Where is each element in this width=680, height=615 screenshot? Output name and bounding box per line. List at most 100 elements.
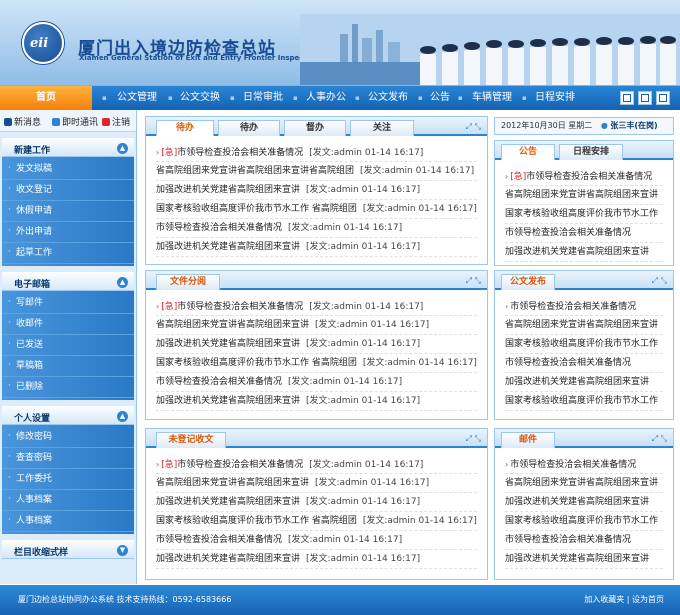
calendar-icon[interactable] bbox=[656, 91, 670, 105]
item-title: 国家考核验收组高度评价我市节水工作 bbox=[505, 209, 659, 219]
list-item[interactable]: 国家考核验收组高度评价我市节水工作 省高院组团 [发文:admin 01-14 1… bbox=[156, 512, 477, 531]
sidebar-item-sent[interactable]: 已发送 bbox=[2, 334, 134, 356]
sidebar-item-change-password[interactable]: 修改密码 bbox=[2, 426, 134, 448]
list-item[interactable]: 国家考核验收组高度评价我市节水工作 省高院组团 [发文:admin 01-14 1… bbox=[156, 354, 477, 373]
tab-follow[interactable]: 关注 bbox=[350, 120, 414, 136]
list-item[interactable]: 国家考核验收组高度评价我市节水工作 省高院组团 [发文:admin 01-14 1… bbox=[156, 200, 477, 219]
tab-notice[interactable]: 公告 bbox=[501, 144, 555, 160]
list-item[interactable]: 国家考核验收组高度评价我市节水工作 bbox=[505, 512, 663, 531]
collapse-icon[interactable]: ▲ bbox=[117, 143, 128, 154]
list-item[interactable]: 市领导检查投洽会相关准备情况 [发文:admin 01-14 16:17] bbox=[156, 531, 477, 550]
panel-header: 未登记收文 ⤢ ⤡ bbox=[146, 429, 487, 448]
nav-separator: ▪ bbox=[418, 94, 423, 102]
nav-item-docs[interactable]: 公文管理 bbox=[117, 86, 157, 111]
add-favorite-link[interactable]: 加入收藏夹 bbox=[584, 595, 624, 604]
panel-title: 未登记收文 bbox=[156, 432, 226, 448]
list-item[interactable]: 加强改进机关党建省高院组团来宣讲 bbox=[505, 243, 663, 262]
sidebar-item-hr-file[interactable]: 人事档案 bbox=[2, 489, 134, 511]
list-item[interactable]: › 市领导检查投洽会相关准备情况 bbox=[505, 297, 663, 316]
tab-schedule[interactable]: 日程安排 bbox=[559, 144, 623, 160]
logout-link[interactable]: 注销 bbox=[102, 115, 130, 128]
list-item[interactable]: 加强改进机关党建省高院组团来宣讲 [发文:admin 01-14 16:17] bbox=[156, 550, 477, 569]
collapse-icon[interactable]: ▲ bbox=[117, 277, 128, 288]
sidebar-item-inbox[interactable]: 收邮件 bbox=[2, 313, 134, 335]
collapse-icon[interactable]: ▲ bbox=[117, 411, 128, 422]
sidebar-item-leave-request[interactable]: 休假申请 bbox=[2, 200, 134, 222]
expand-icon[interactable]: ⤢ ⤡ bbox=[652, 276, 667, 286]
sidebar-item-draft-work[interactable]: 起草工作 bbox=[2, 242, 134, 264]
item-title: 加强改进机关党建省高院组团来宣讲 bbox=[156, 339, 301, 349]
list-item[interactable]: 省高院组团来党宣讲省高院组团来宣讲 bbox=[505, 474, 663, 493]
grid-view-icon[interactable] bbox=[620, 91, 634, 105]
list-item[interactable]: 省高院组团来党宣讲省高院组团来宣讲 bbox=[505, 186, 663, 205]
list-item[interactable]: 市领导检查投洽会相关准备情况 bbox=[505, 224, 663, 243]
list-item[interactable]: 加强改进机关党建省高院组团来宣讲 bbox=[505, 493, 663, 512]
sidebar-group-email[interactable]: 电子邮箱 ▲ bbox=[2, 272, 134, 291]
bullet-icon: › bbox=[156, 460, 160, 469]
list-item[interactable]: 市领导检查投洽会相关准备情况 bbox=[505, 531, 663, 550]
list-item[interactable]: › [急]市领导检查投洽会相关准备情况 [发文:admin 01-14 16:17] bbox=[156, 297, 477, 316]
current-user[interactable]: 张三丰(在岗) bbox=[610, 121, 657, 130]
nav-item-notice[interactable]: 公告 bbox=[430, 86, 450, 111]
publish-list: › 市领导检查投洽会相关准备情况 省高院组团来党宣讲省高院组团来宣讲 国家考核验收… bbox=[495, 297, 673, 411]
expand-icon[interactable]: ⤢ ⤡ bbox=[466, 122, 481, 132]
sidebar-group-new-work[interactable]: 新建工作 ▲ bbox=[2, 138, 134, 157]
item-title: 国家考核验收组高度评价我市节水工作 bbox=[505, 339, 659, 349]
sidebar-item-check-password[interactable]: 查查密码 bbox=[2, 447, 134, 469]
list-item[interactable]: 加强改进机关党建省高院组团来宣讲 [发文:admin 01-14 16:17] bbox=[156, 493, 477, 512]
nav-item-approval[interactable]: 日常审批 bbox=[243, 86, 283, 111]
nav-item-exchange[interactable]: 公文交换 bbox=[180, 86, 220, 111]
item-title: 国家考核验收组高度评价我市节水工作 bbox=[505, 516, 659, 526]
date-user-bar: 2012年10月30日 星期二 ● 张三丰(在岗) bbox=[494, 117, 674, 135]
list-item[interactable]: › 市领导检查投洽会相关准备情况 bbox=[505, 455, 663, 474]
instant-message-link[interactable]: 即时通讯 bbox=[52, 115, 98, 128]
list-item[interactable]: 国家考核验收组高度评价我市节水工作 bbox=[505, 205, 663, 224]
list-item[interactable]: 国家考核验收组高度评价我市节水工作 bbox=[505, 392, 663, 411]
sidebar-item-deleted[interactable]: 已删除 bbox=[2, 376, 134, 398]
list-view-icon[interactable] bbox=[638, 91, 652, 105]
list-item[interactable]: 市领导检查投洽会相关准备情况 [发文:admin 01-14 16:17] bbox=[156, 373, 477, 392]
item-title: 国家考核验收组高度评价我市节水工作 省高院组团 bbox=[156, 516, 357, 526]
unregistered-list: › [急]市领导检查投洽会相关准备情况 [发文:admin 01-14 16:17]… bbox=[146, 455, 487, 569]
nav-item-vehicles[interactable]: 车辆管理 bbox=[472, 86, 512, 111]
sidebar-item-drafts[interactable]: 草稿箱 bbox=[2, 355, 134, 377]
set-homepage-link[interactable]: 设为首页 bbox=[632, 595, 664, 604]
sidebar-group-personal[interactable]: 个人设置 ▲ bbox=[2, 406, 134, 425]
list-item[interactable]: 加强改进机关党建省高院组团来宣讲 bbox=[505, 550, 663, 569]
expand-icon[interactable]: ⤢ ⤡ bbox=[466, 276, 481, 286]
list-item[interactable]: 加强改进机关党建省高院组团来宣讲 [发文:admin 01-14 16:17] bbox=[156, 335, 477, 354]
nav-home[interactable]: 首页 bbox=[0, 86, 92, 111]
tab-supervise[interactable]: 督办 bbox=[284, 120, 346, 136]
nav-item-hr[interactable]: 人事办公 bbox=[306, 86, 346, 111]
tab-todo[interactable]: 待办 bbox=[156, 120, 214, 136]
sidebar-item-hr-file-2[interactable]: 人事档案 bbox=[2, 510, 134, 532]
tab-pending[interactable]: 待办 bbox=[218, 120, 280, 136]
sidebar-item-outing-request[interactable]: 外出申请 bbox=[2, 221, 134, 243]
nav-item-publish[interactable]: 公文发布 bbox=[368, 86, 408, 111]
list-item[interactable]: 省高院组团来党宣讲省高院组团来宣讲 [发文:admin 01-14 16:17] bbox=[156, 474, 477, 493]
nav-item-schedule[interactable]: 日程安排 bbox=[535, 86, 575, 111]
sidebar-item-delegation[interactable]: 工作委托 bbox=[2, 468, 134, 490]
collapse-icon[interactable]: ▼ bbox=[117, 545, 128, 556]
list-item[interactable]: › [急]市领导检查投洽会相关准备情况 [发文:admin 01-14 16:17] bbox=[156, 455, 477, 474]
expand-icon[interactable]: ⤢ ⤡ bbox=[652, 434, 667, 444]
sidebar-group-collapse-style[interactable]: 栏目收缩式样 ▼ bbox=[2, 540, 134, 559]
list-item[interactable]: › [急]市领导检查投洽会相关准备情况 [发文:admin 01-14 16:17] bbox=[156, 143, 477, 162]
list-item[interactable]: 省高院组团来党宣讲省高院组团来宣讲 [发文:admin 01-14 16:17] bbox=[156, 316, 477, 335]
sidebar-item-write-mail[interactable]: 写邮件 bbox=[2, 292, 134, 314]
list-item[interactable]: › [急]市领导检查投洽会相关准备情况 bbox=[505, 167, 663, 186]
list-item[interactable]: 省高院组团来党宣讲省高院组团来宣讲 bbox=[505, 316, 663, 335]
expand-icon[interactable]: ⤢ ⤡ bbox=[466, 434, 481, 444]
new-message-link[interactable]: 新消息 bbox=[4, 115, 41, 128]
list-item[interactable]: 加强改进机关党建省高院组团来宣讲 [发文:admin 01-14 16:17] bbox=[156, 238, 477, 257]
sidebar-item-draft-doc[interactable]: 发文拟稿 bbox=[2, 158, 134, 180]
list-item[interactable]: 市领导检查投洽会相关准备情况 [发文:admin 01-14 16:17] bbox=[156, 219, 477, 238]
list-item[interactable]: 加强改进机关党建省高院组团来宣讲 [发文:admin 01-14 16:17] bbox=[156, 181, 477, 200]
list-item[interactable]: 加强改进机关党建省高院组团来宣讲 [发文:admin 01-14 16:17] bbox=[156, 392, 477, 411]
list-item[interactable]: 国家考核验收组高度评价我市节水工作 bbox=[505, 335, 663, 354]
list-item[interactable]: 市领导检查投洽会相关准备情况 bbox=[505, 354, 663, 373]
list-item[interactable]: 加强改进机关党建省高院组团来宣讲 bbox=[505, 373, 663, 392]
sidebar-item-receive-register[interactable]: 收文登记 bbox=[2, 179, 134, 201]
sidebar-top-links: 新消息 即时通讯 注销 bbox=[0, 110, 136, 132]
list-item[interactable]: 省高院组团来党宣讲省高院组团来宣讲省高院组团 [发文:admin 01-14 16… bbox=[156, 162, 477, 181]
